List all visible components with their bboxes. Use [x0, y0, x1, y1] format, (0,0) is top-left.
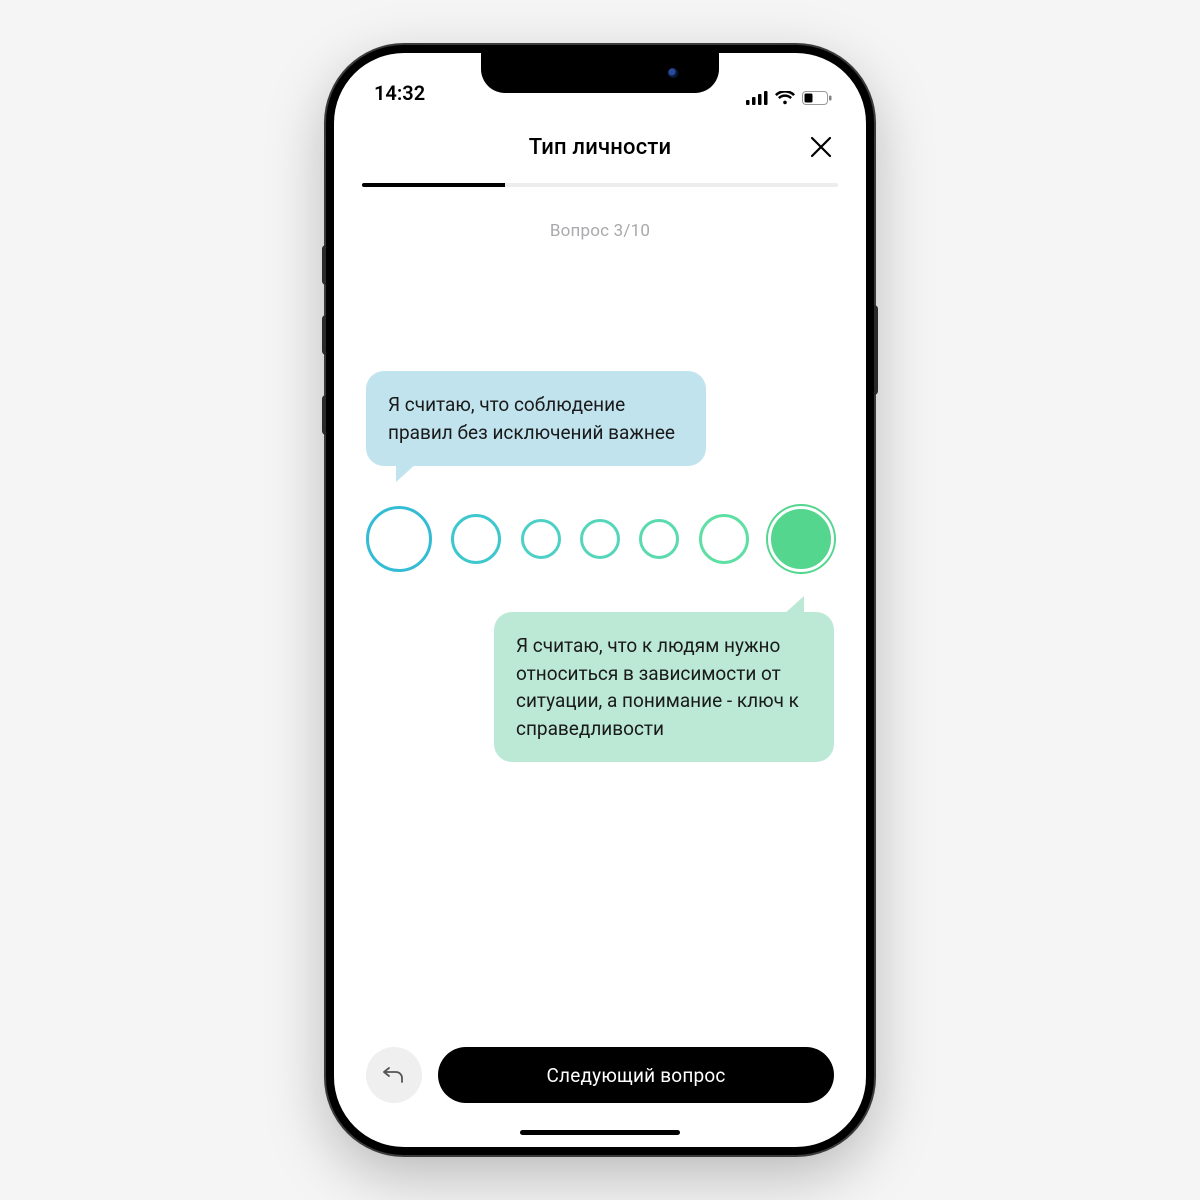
content-area: Я считаю, что соблюдение правил без искл…: [334, 371, 866, 762]
back-button[interactable]: [366, 1047, 422, 1103]
status-right-cluster: [746, 91, 832, 105]
home-indicator[interactable]: [520, 1130, 680, 1135]
scale-option-4[interactable]: [580, 519, 620, 559]
question-counter: Вопрос 3/10: [334, 221, 866, 241]
progress-fill: [362, 183, 505, 187]
option-left-text: Я считаю, что соблюдение правил без искл…: [388, 393, 675, 444]
phone-frame: 14:32 Тип личности Вопрос 3/10: [326, 45, 874, 1155]
front-camera-icon: [667, 67, 679, 79]
page-title: Тип личности: [529, 135, 672, 160]
option-right-bubble: Я считаю, что к людям нужно относиться в…: [494, 612, 834, 762]
next-question-button[interactable]: Следующий вопрос: [438, 1047, 834, 1103]
screen: 14:32 Тип личности Вопрос 3/10: [334, 53, 866, 1147]
undo-icon: [383, 1065, 405, 1085]
likert-scale: [366, 506, 834, 572]
next-button-label: Следующий вопрос: [546, 1064, 725, 1087]
option-left-bubble: Я считаю, что соблюдение правил без искл…: [366, 371, 706, 466]
status-time: 14:32: [374, 81, 425, 105]
scale-option-3[interactable]: [521, 519, 561, 559]
scale-option-2[interactable]: [451, 514, 501, 564]
wifi-icon: [775, 91, 795, 105]
footer: Следующий вопрос: [366, 1047, 834, 1103]
scale-option-1[interactable]: [366, 506, 432, 572]
close-icon: [810, 136, 832, 158]
option-right-text: Я считаю, что к людям нужно относиться в…: [516, 634, 799, 740]
close-button[interactable]: [806, 132, 836, 162]
scale-option-7[interactable]: [768, 506, 834, 572]
scale-option-5[interactable]: [639, 519, 679, 559]
battery-icon: [802, 91, 832, 105]
scale-option-6[interactable]: [699, 514, 749, 564]
progress-bar: [362, 183, 838, 187]
notch: [481, 53, 719, 93]
header: Тип личности: [334, 111, 866, 183]
cellular-signal-icon: [746, 91, 768, 105]
